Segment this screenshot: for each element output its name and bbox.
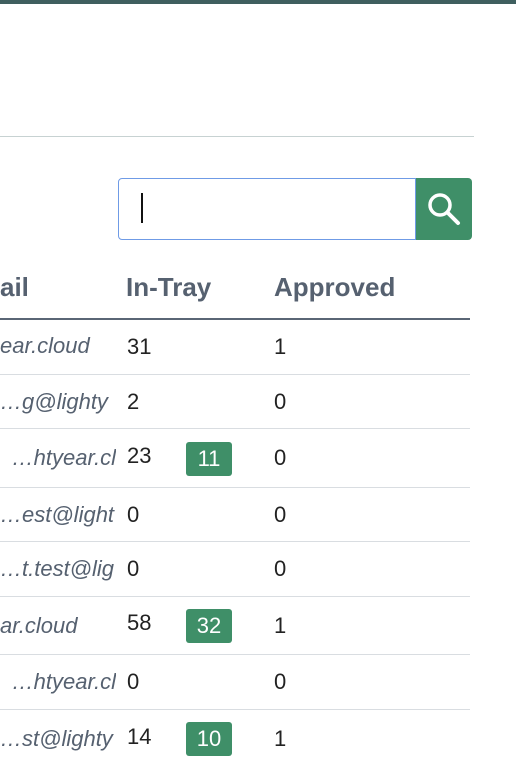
approved-cell: 0 [274,389,287,414]
table-row[interactable]: ar.cloud 58 32 1 [0,597,470,655]
email-cell[interactable]: g@lighty… [0,389,116,415]
table-row[interactable]: ghtyear.cl… 23 11 0 [0,429,470,488]
in-tray-cell: 0 [127,502,140,527]
header-divider [0,136,474,137]
email-cell[interactable]: est@light… [0,502,116,528]
in-tray-cell: 31 [127,334,152,359]
approved-cell: 0 [274,502,287,527]
in-tray-cell: 0 [127,556,140,581]
email-cell[interactable]: ar.cloud [0,613,116,639]
approved-cell: 1 [274,334,287,359]
search-button[interactable] [416,178,472,240]
search-icon [428,193,460,225]
approved-cell: 1 [274,726,287,751]
table-row[interactable]: ear.cloud 31 1 [0,320,470,375]
users-table: ail In-Tray Approved ear.cloud 31 1 g@li… [0,258,470,762]
table-row[interactable]: g@lighty… 2 0 [0,375,470,429]
email-cell[interactable]: ghtyear.cl… [0,445,116,471]
email-cell[interactable]: t.test@lig… [0,556,116,582]
approved-cell: 1 [274,613,287,638]
in-tray-cell: 58 [127,610,152,635]
page: ail In-Tray Approved ear.cloud 31 1 g@li… [0,0,516,762]
search-input[interactable] [118,178,416,240]
table-row[interactable]: est@light… 0 0 [0,488,470,542]
column-header-approved[interactable]: Approved [274,272,395,303]
table-row[interactable]: ghtyear.cl… 0 0 [0,655,470,710]
table-row[interactable]: st@lighty… 14 10 1 [0,710,470,762]
text-caret [141,193,143,223]
email-cell[interactable]: ghtyear.cl… [0,669,116,695]
in-tray-cell: 0 [127,669,140,694]
approved-cell: 0 [274,556,287,581]
approved-cell: 0 [274,445,287,470]
email-cell[interactable]: ear.cloud [0,333,116,359]
in-tray-cell: 2 [127,389,140,414]
in-tray-cell: 14 [127,724,152,749]
approved-cell: 0 [274,669,287,694]
in-tray-cell: 23 [127,443,152,468]
top-bar [0,0,516,4]
table-row[interactable]: t.test@lig… 0 0 [0,542,470,597]
in-tray-badge: 11 [186,442,232,476]
in-tray-badge: 32 [186,609,232,643]
column-header-email[interactable]: ail [0,272,29,303]
email-cell[interactable]: st@lighty… [0,726,116,752]
in-tray-badge: 10 [186,722,232,756]
column-header-in-tray[interactable]: In-Tray [126,272,211,303]
table-header: ail In-Tray Approved [0,258,470,320]
